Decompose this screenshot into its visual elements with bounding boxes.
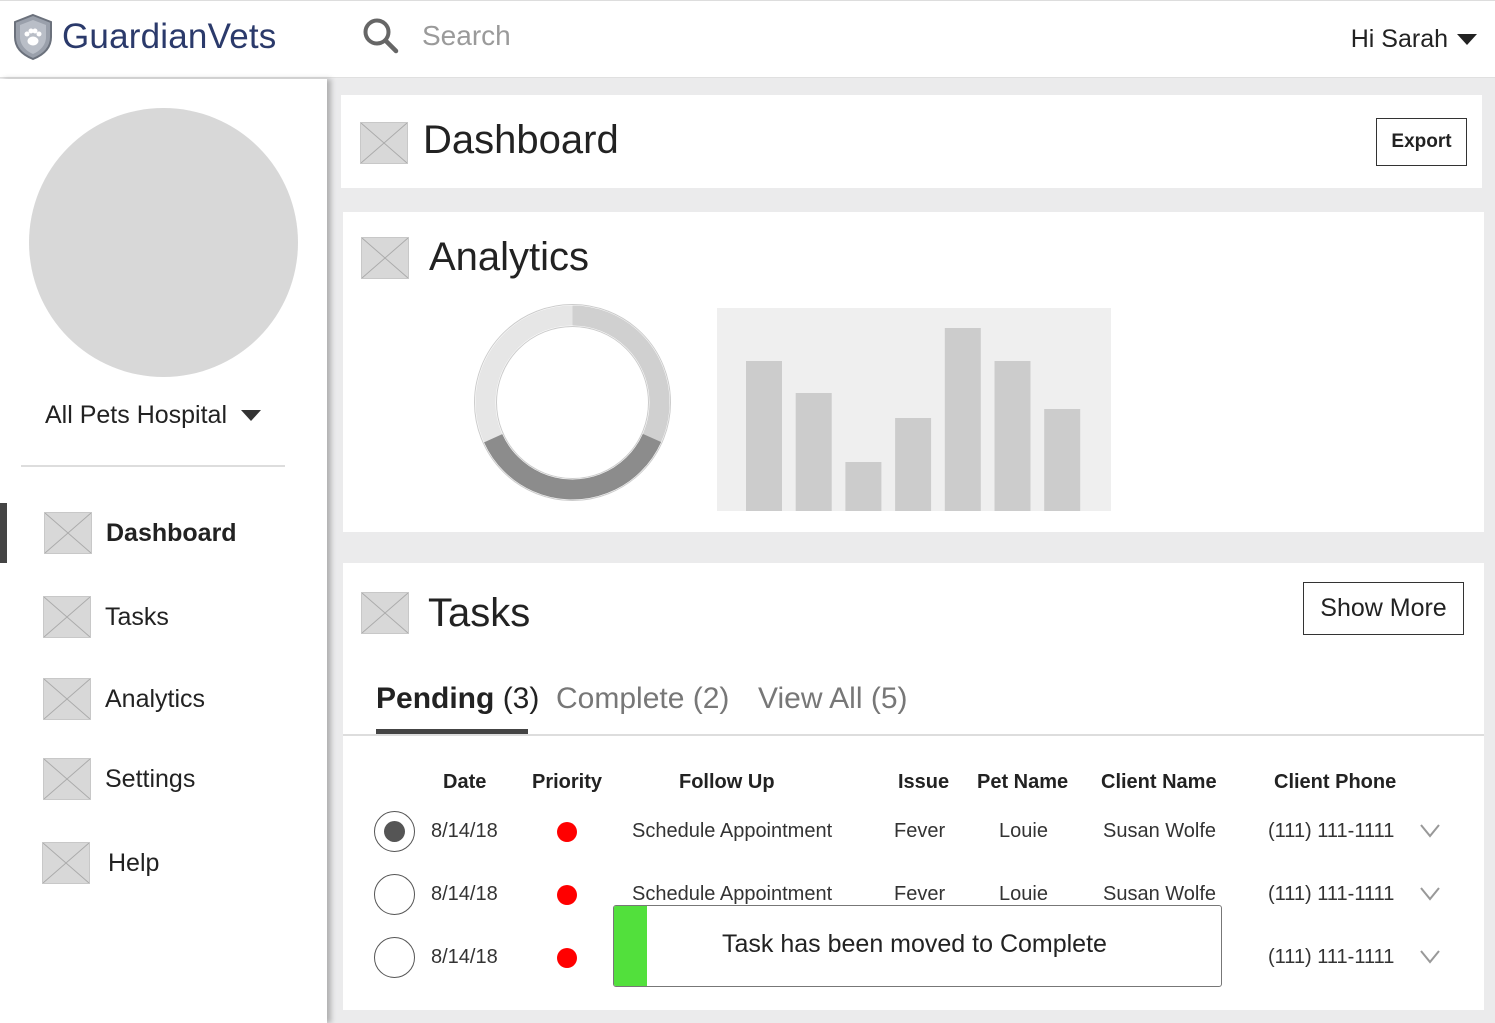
bar-1 [746, 361, 782, 511]
sidebar-item-help[interactable]: Help [0, 833, 327, 893]
chevron-down-icon[interactable] [1420, 950, 1440, 964]
dashboard-icon [44, 512, 92, 554]
toast-success-accent [614, 906, 647, 986]
logo-text: GuardianVets [62, 17, 277, 56]
dashboard-header-card: Dashboard Export [341, 95, 1482, 188]
sidebar-item-settings[interactable]: Settings [0, 749, 327, 809]
hospital-selector[interactable]: All Pets Hospital [45, 401, 262, 430]
sidebar-item-tasks[interactable]: Tasks [0, 587, 327, 647]
logo[interactable]: GuardianVets [12, 13, 277, 61]
row-select-radio[interactable] [374, 811, 415, 852]
analytics-icon [43, 678, 91, 720]
column-header-pet-name: Pet Name [977, 771, 1069, 793]
bar-7 [1044, 409, 1081, 511]
settings-icon [43, 758, 91, 800]
row-pet-name: Louie [999, 883, 1048, 905]
tasks-title: Tasks [428, 591, 531, 635]
bar-5 [944, 328, 981, 511]
avatar[interactable] [29, 108, 298, 377]
chevron-down-icon[interactable] [1420, 824, 1440, 838]
tab-pending[interactable]: Pending (3) [376, 682, 539, 716]
row-follow-up: Schedule Appointment [632, 820, 833, 842]
user-menu[interactable]: Hi Sarah [1351, 25, 1477, 54]
bar-chart [717, 308, 1111, 511]
priority-high-indicator [557, 948, 577, 968]
sidebar-item-label: Analytics [105, 684, 206, 713]
sidebar-item-label: Help [108, 848, 160, 877]
row-client-phone: (111) 111-1111 [1268, 883, 1395, 905]
tasks-icon [43, 596, 91, 638]
sidebar-item-analytics[interactable]: Analytics [0, 669, 327, 729]
analytics-title: Analytics [429, 235, 590, 279]
sidebar-item-label: Settings [105, 764, 196, 793]
column-header-client-name: Client Name [1101, 771, 1217, 793]
bar-2 [795, 393, 832, 511]
user-greeting: Hi Sarah [1350, 25, 1448, 53]
row-client-phone: (111) 111-1111 [1268, 820, 1395, 842]
row-issue: Fever [894, 883, 946, 905]
row-select-radio[interactable] [374, 937, 415, 978]
tasks-icon [361, 592, 409, 634]
caret-down-icon [241, 410, 262, 421]
sidebar-item-dashboard[interactable]: Dashboard [0, 503, 327, 563]
shield-paw-icon [14, 13, 52, 61]
search-bar [362, 17, 822, 55]
row-client-name: Susan Wolfe [1103, 820, 1217, 842]
page-title: Dashboard [423, 118, 619, 162]
analytics-card: Analytics [343, 212, 1484, 532]
row-follow-up: Schedule Appointment [632, 883, 833, 905]
chevron-down-icon[interactable] [1420, 887, 1440, 901]
tab-complete[interactable]: Complete (2) [556, 682, 729, 716]
bar-6 [994, 361, 1031, 511]
top-bar: GuardianVets Hi Sarah [0, 0, 1495, 78]
toast-notification[interactable]: Task has been moved to Complete [613, 905, 1222, 987]
tab-label: Complete [556, 682, 685, 715]
caret-down-icon [1457, 34, 1477, 45]
sidebar-divider [21, 465, 285, 467]
column-header-priority: Priority [532, 771, 603, 793]
priority-high-indicator [557, 822, 577, 842]
column-header-issue: Issue [898, 771, 950, 793]
row-pet-name: Louie [999, 820, 1048, 842]
row-date: 8/14/18 [431, 946, 498, 968]
search-input[interactable] [422, 20, 822, 52]
tab-count: (5) [870, 682, 908, 715]
row-issue: Fever [894, 820, 946, 842]
export-button[interactable]: Export [1376, 118, 1467, 166]
bar-4 [895, 418, 932, 511]
row-date: 8/14/18 [431, 820, 498, 842]
tab-label: View All [758, 682, 863, 715]
tab-label: Pending [376, 682, 495, 715]
tab-count: (2) [692, 682, 730, 715]
tab-view-all[interactable]: View All (5) [758, 682, 908, 716]
priority-high-indicator [557, 885, 577, 905]
help-icon [42, 842, 90, 884]
row-client-phone: (111) 111-1111 [1268, 946, 1395, 968]
dashboard-icon [360, 122, 408, 164]
row-select-radio[interactable] [374, 874, 415, 915]
toast-message: Task has been moved to Complete [722, 930, 1107, 958]
show-more-button[interactable]: Show More [1303, 582, 1464, 635]
bar-3 [845, 462, 882, 511]
analytics-icon [361, 237, 409, 279]
sidebar-item-label: Tasks [105, 602, 169, 631]
row-client-name: Susan Wolfe [1103, 883, 1217, 905]
donut-chart [474, 304, 671, 501]
tabs-divider [343, 734, 1484, 736]
column-header-date: Date [443, 771, 487, 793]
hospital-name: All Pets Hospital [45, 401, 228, 429]
column-header-follow-up: Follow Up [679, 771, 775, 793]
row-date: 8/14/18 [431, 883, 498, 905]
sidebar: All Pets Hospital Dashboard Tasks Analyt… [0, 79, 327, 1023]
tab-count: (3) [502, 682, 540, 715]
search-icon[interactable] [362, 17, 400, 55]
active-indicator [0, 503, 7, 563]
sidebar-item-label: Dashboard [106, 518, 237, 547]
column-header-client-phone: Client Phone [1274, 771, 1397, 793]
